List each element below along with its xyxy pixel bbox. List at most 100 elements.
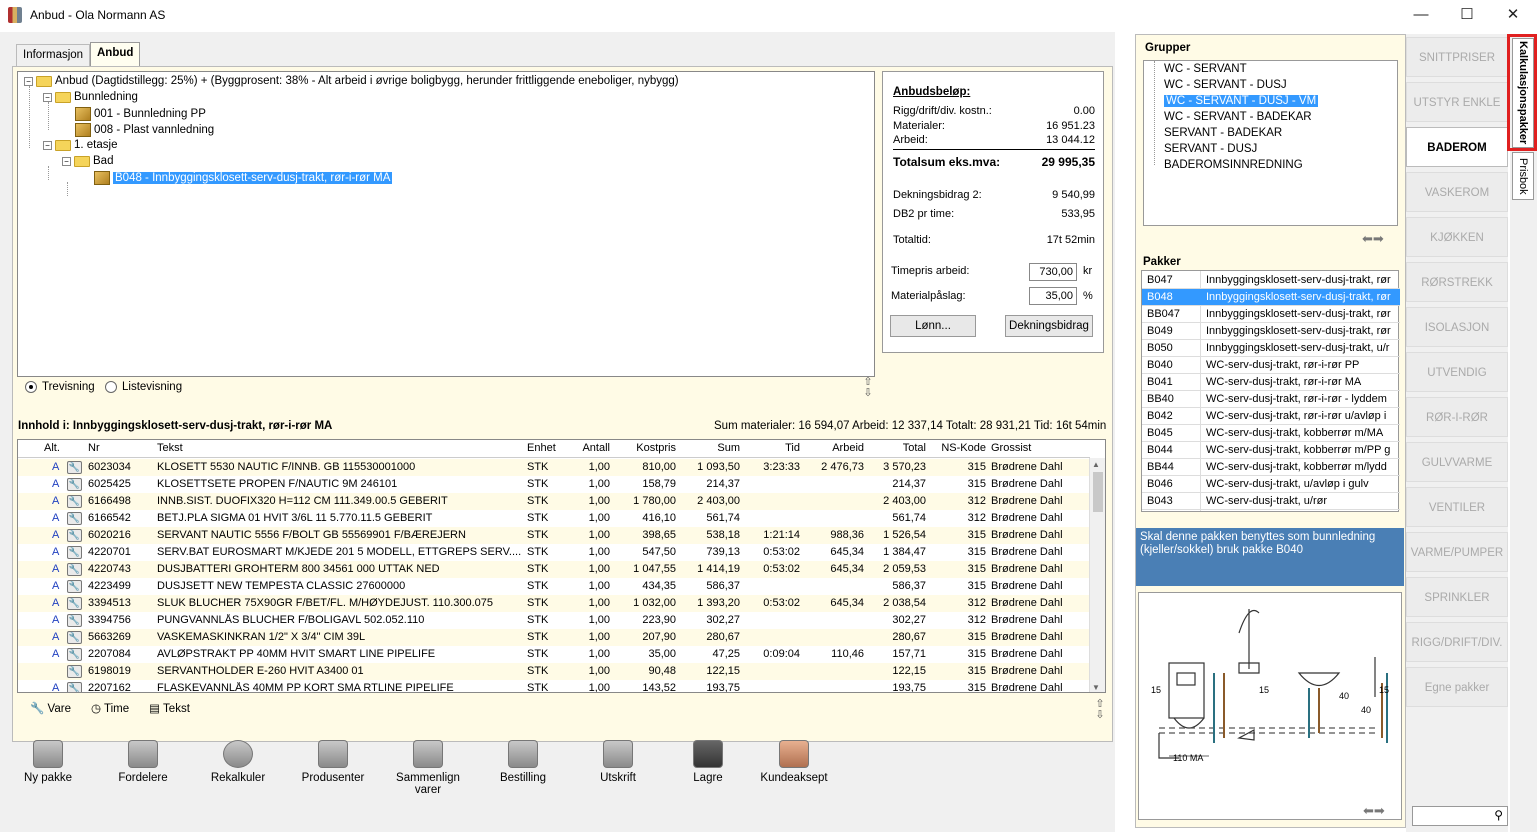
group-item[interactable]: WC - SERVANT — [1164, 63, 1247, 75]
ny-pakke-button[interactable]: Ny pakke — [8, 740, 88, 784]
category-button[interactable]: KJØKKEN — [1406, 217, 1508, 257]
dekningsbidrag-button[interactable]: Dekningsbidrag — [1005, 315, 1093, 337]
category-button[interactable]: Egne pakker — [1406, 667, 1508, 707]
table-row[interactable]: 🔧 A 4220743 DUSJBATTERI GROHTERM 800 34561 … — [18, 561, 1090, 578]
groups-nav-arrows-icon[interactable]: ⬅➡ — [1362, 231, 1384, 247]
pakke-row[interactable]: BB047 Innbyggingsklosett-serv-dusj-trakt,… — [1142, 306, 1400, 323]
groups-list[interactable]: WC - SERVANT WC - SERVANT - DUSJ WC - SE… — [1143, 60, 1398, 226]
category-button[interactable]: VARME/PUMPER — [1406, 532, 1508, 572]
minimize-button[interactable]: — — [1398, 0, 1444, 30]
col-kostpris[interactable]: Kostpris — [618, 442, 676, 454]
group-item[interactable]: WC - SERVANT - DUSJ — [1164, 79, 1287, 91]
tab-informasjon[interactable]: Informasjon — [16, 44, 91, 66]
pakke-row[interactable]: B050 Innbyggingsklosett-serv-dusj-trakt, … — [1142, 340, 1400, 357]
category-button[interactable]: VENTILER — [1406, 487, 1508, 527]
category-button[interactable]: SNITTPRISER — [1406, 37, 1508, 77]
produsenter-button[interactable]: Produsenter — [293, 740, 373, 784]
maximize-button[interactable]: ☐ — [1444, 0, 1490, 30]
tree-node-bunnledning[interactable]: − Bunnledning — [43, 91, 138, 103]
close-button[interactable]: ✕ — [1490, 0, 1536, 30]
table-row[interactable]: 🔧 A 6166542 BETJ.PLA SIGMA 01 HVIT 3/6L 11 … — [18, 510, 1090, 527]
tree-node-1-etasje[interactable]: − 1. etasje — [43, 139, 117, 151]
grid-scrollbar[interactable]: ▲ ▼ — [1089, 458, 1105, 692]
collapse-icon[interactable]: − — [43, 140, 52, 150]
table-row[interactable]: 🔧 A 3394756 PUNGVANNLÅS BLUCHER F/BOLIGAVL … — [18, 612, 1090, 629]
tab-prisbok[interactable]: Prisbok — [1512, 152, 1534, 200]
table-row[interactable]: 🔧 A 6023034 KLOSETT 5530 NAUTIC F/INNB. GB … — [18, 459, 1090, 476]
tab-anbud[interactable]: Anbud — [90, 42, 141, 66]
table-row[interactable]: 🔧 A 3394513 SLUK BLUCHER 75X90GR F/BET/FL. … — [18, 595, 1090, 612]
category-button[interactable]: UTVENDIG — [1406, 352, 1508, 392]
col-tekst[interactable]: Tekst — [157, 442, 183, 454]
col-tid[interactable]: Tid — [746, 442, 800, 454]
pakke-row[interactable]: B045 WC-serv-dusj-trakt, kobberrør m/MA — [1142, 425, 1400, 442]
table-row[interactable]: 🔧 A 4220701 SERV.BAT EUROSMART M/KJEDE 201 … — [18, 544, 1090, 561]
pakke-row[interactable]: B043 WC-serv-dusj-trakt, u/rør — [1142, 493, 1400, 510]
pakke-row[interactable]: B047 Innbyggingsklosett-serv-dusj-trakt, … — [1142, 272, 1400, 289]
category-button[interactable]: ISOLASJON — [1406, 307, 1508, 347]
category-button[interactable]: RØR-I-RØR — [1406, 397, 1508, 437]
pakke-row[interactable]: B044 WC-serv-dusj-trakt, kobberrør m/PP g — [1142, 442, 1400, 459]
col-ns-kode[interactable]: NS-Kode — [930, 442, 986, 454]
tree-view[interactable]: − Anbud (Dagtidstillegg: 25%) + (Byggpro… — [17, 71, 875, 377]
table-row[interactable]: 🔧 A 6166498 INNB.SIST. DUOFIX320 H=112 CM 1… — [18, 493, 1090, 510]
sammenlign-varer-button[interactable]: Sammenlign varer — [388, 740, 468, 796]
pakke-row[interactable]: B040 WC-serv-dusj-trakt, rør-i-rør PP — [1142, 357, 1400, 374]
group-item[interactable]: SERVANT - BADEKAR — [1164, 127, 1282, 139]
timepris-input[interactable]: 730,00 — [1029, 263, 1077, 281]
category-button[interactable]: RIGG/DRIFT/DIV. — [1406, 622, 1508, 662]
pakke-row[interactable]: B041 WC-serv-dusj-trakt, rør-i-rør MA — [1142, 374, 1400, 391]
tree-node-b048[interactable]: B048 - Innbyggingsklosett-serv-dusj-trak… — [94, 171, 393, 185]
table-row[interactable]: 🔧 A 6025425 KLOSETTSETE PROPEN F/NAUTIC 9M … — [18, 476, 1090, 493]
trevisning-radio[interactable]: Trevisning — [25, 381, 95, 393]
category-button[interactable]: VASKEROM — [1406, 172, 1508, 212]
col-sum[interactable]: Sum — [682, 442, 740, 454]
col-nr[interactable]: Nr — [88, 442, 100, 454]
category-button[interactable]: RØRSTREKK — [1406, 262, 1508, 302]
table-row[interactable]: 🔧 A 2207162 FLASKEVANNLÅS 40MM PP KORT SMA … — [18, 680, 1090, 692]
category-button[interactable]: UTSTYR ENKLE — [1406, 82, 1508, 122]
bestilling-button[interactable]: Bestilling — [483, 740, 563, 784]
tree-node-bad[interactable]: − Bad — [62, 155, 113, 167]
pakke-row[interactable]: BB40 WC-serv-dusj-trakt, rør-i-rør - lydd… — [1142, 391, 1400, 408]
group-item[interactable]: BADEROMSINNREDNING — [1164, 159, 1303, 171]
diagram-nav-arrows-icon[interactable]: ⬅➡ — [1363, 803, 1385, 819]
lagre-button[interactable]: Lagre — [668, 740, 748, 784]
pakke-row-selected[interactable]: B048 Innbyggingsklosett-serv-dusj-trakt, … — [1142, 289, 1400, 306]
table-row[interactable]: 🔧 A 2207084 AVLØPSTRAKT PP 40MM HVIT SMART … — [18, 646, 1090, 663]
pakke-row[interactable]: B042 WC-serv-dusj-trakt, rør-i-rør u/avlø… — [1142, 408, 1400, 425]
kundeaksept-button[interactable]: Kundeaksept — [754, 740, 834, 784]
pakke-row[interactable]: B046 WC-serv-dusj-trakt, u/avløp i gulv — [1142, 476, 1400, 493]
table-row[interactable]: 🔧 A 5663269 VASKEMASKINKRAN 1/2" X 3/4" CIM… — [18, 629, 1090, 646]
table-row[interactable]: 🔧 6198019 SERVANTHOLDER E-260 HVIT A3400 0… — [18, 663, 1090, 680]
search-icon[interactable]: ⚲ — [1494, 808, 1503, 822]
items-grid[interactable]: Alt. Nr Tekst Enhet Antall Kostpris Sum … — [17, 439, 1106, 693]
col-grossist[interactable]: Grossist — [991, 442, 1031, 454]
category-button[interactable]: BADEROM — [1406, 127, 1508, 167]
pakker-list[interactable]: B047 Innbyggingsklosett-serv-dusj-trakt, … — [1141, 270, 1400, 512]
collapse-icon[interactable]: − — [24, 76, 33, 86]
col-antall[interactable]: Antall — [570, 442, 610, 454]
col-enhet[interactable]: Enhet — [527, 442, 556, 454]
listevisning-radio[interactable]: Listevisning — [105, 381, 182, 393]
paslag-input[interactable]: 35,00 — [1029, 287, 1077, 305]
collapse-icon[interactable]: − — [62, 156, 71, 166]
col-arbeid[interactable]: Arbeid — [806, 442, 864, 454]
fordelere-button[interactable]: Fordelere — [103, 740, 183, 784]
category-button[interactable]: SPRINKLER — [1406, 577, 1508, 617]
tree-node-008[interactable]: 008 - Plast vannledning — [75, 123, 214, 137]
rekalkuler-button[interactable]: Rekalkuler — [198, 740, 278, 784]
group-item[interactable]: SERVANT - DUSJ — [1164, 143, 1257, 155]
resize-updown-icon[interactable]: ⇧ ⇩ — [861, 377, 875, 399]
tree-node-001[interactable]: 001 - Bunnledning PP — [75, 107, 206, 121]
category-button[interactable]: GULVVARME — [1406, 442, 1508, 482]
collapse-icon[interactable]: − — [43, 92, 52, 102]
pakke-row[interactable]: B049 Innbyggingsklosett-serv-dusj-trakt, … — [1142, 323, 1400, 340]
tree-root[interactable]: − Anbud (Dagtidstillegg: 25%) + (Byggpro… — [24, 75, 679, 87]
table-row[interactable]: 🔧 A 4223499 DUSJSETT NEW TEMPESTA CLASSIC 2… — [18, 578, 1090, 595]
col-alt[interactable]: Alt. — [44, 442, 60, 454]
resize-updown-icon[interactable]: ⇧ ⇩ — [1093, 699, 1107, 721]
utskrift-button[interactable]: Utskrift — [578, 740, 658, 784]
pakke-row[interactable]: BB44 WC-serv-dusj-trakt, kobberrør m/lydd — [1142, 459, 1400, 476]
col-total[interactable]: Total — [868, 442, 926, 454]
